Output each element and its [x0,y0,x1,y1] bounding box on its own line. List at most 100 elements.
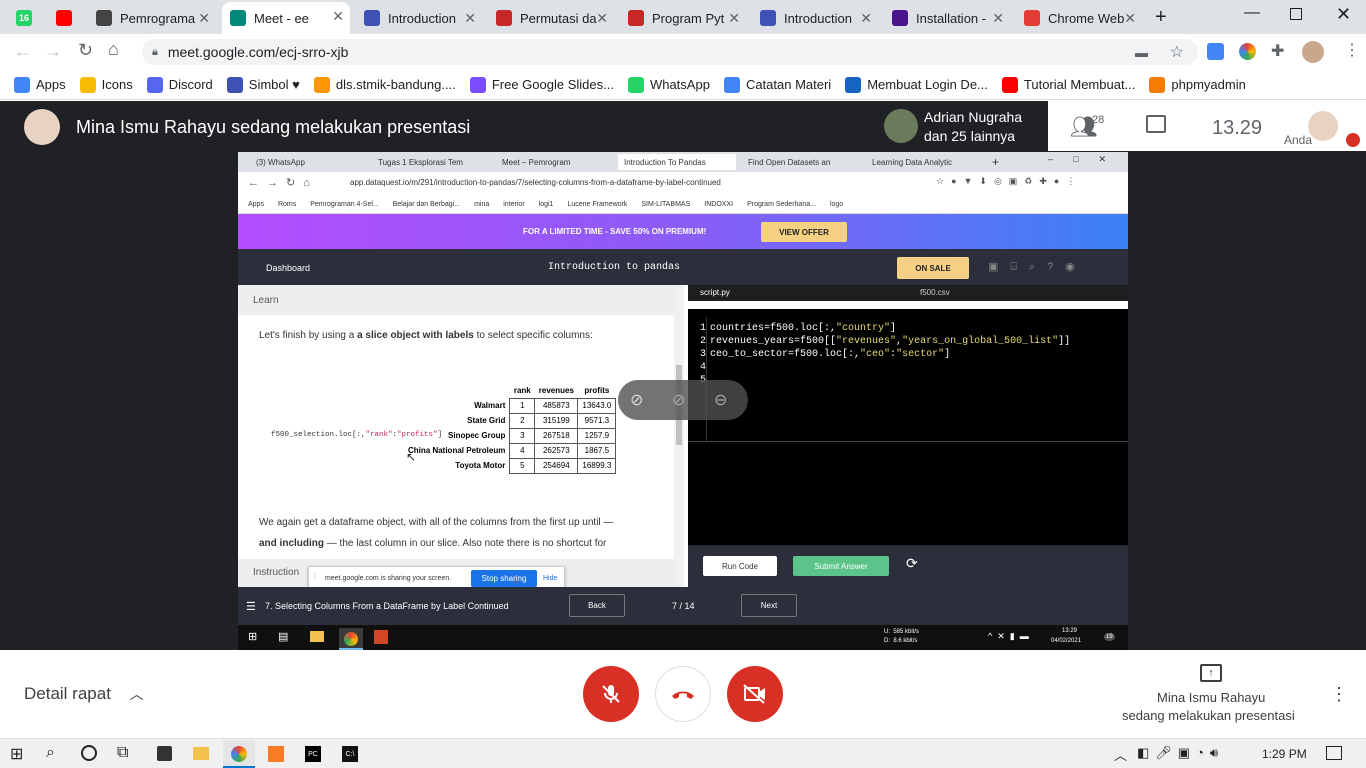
maximize-button[interactable] [1290,8,1302,20]
table-cell: 1867.5 [577,442,617,459]
mic-off-icon[interactable]: ⊘ [672,390,685,410]
extensions-puzzle-icon[interactable]: ✚ [1271,41,1284,61]
camera-off-icon[interactable]: ⊘ [630,390,643,410]
home-icon[interactable]: ⌂ [108,39,119,60]
bookmark-star-icon[interactable]: ☆ [1170,42,1184,62]
view-offer-button[interactable]: VIEW OFFER [761,222,847,242]
bookmark-item[interactable]: Free Google Slides... [469,76,614,93]
bookmark-item[interactable]: dls.stmik-bandung.... [313,76,456,93]
stop-sharing-button[interactable]: Stop sharing [471,570,537,587]
editor-hscroll[interactable] [688,301,1128,309]
para-bold: and including [259,538,324,549]
tab-title: Meet - ee [254,10,309,26]
reset-icon[interactable]: ⟳ [906,555,918,572]
leave-call-button[interactable] [655,666,711,722]
bookmark-item[interactable]: Catatan Materi [723,76,831,93]
browser-tab[interactable]: Permutasi da ✕ [488,4,614,32]
dashboard-link[interactable]: Dashboard [266,263,310,273]
cortana-icon[interactable] [81,745,97,761]
bookmark-favicon-icon [627,76,644,93]
tab-close-icon[interactable]: ✕ [992,10,1004,27]
bookmark-item[interactable]: Apps [14,76,66,93]
chat-icon[interactable] [1146,115,1166,133]
back-button[interactable]: Back [569,594,625,617]
forward-arrow-icon[interactable]: → [44,41,62,62]
browser-tab[interactable] [48,4,84,32]
inner-new-tab-icon: + [992,155,1000,169]
tab-close-icon[interactable]: ✕ [198,10,210,27]
new-tab-button[interactable]: + [1155,6,1167,29]
tray-chevron-icon[interactable]: ︿ [1114,745,1127,764]
profile-avatar[interactable] [1302,41,1324,63]
browser-tab[interactable]: Pemrograma ✕ [88,4,216,32]
tab-close-icon[interactable]: ✕ [332,8,344,25]
table-cell: 315199 [534,412,579,429]
more-options-icon[interactable]: ⋮ [1330,684,1348,705]
lesson-menu-icon[interactable]: ☰ [246,600,256,613]
next-button[interactable]: Next [741,594,797,617]
tab-close-icon[interactable]: ✕ [596,10,608,27]
browser-tab[interactable]: 16 [8,4,44,32]
submit-answer-button[interactable]: Submit Answer [793,556,889,576]
browser-tab[interactable]: Program Pyt ✕ [620,4,746,32]
hide-sharing-link[interactable]: Hide [543,575,557,582]
translate-extension-icon[interactable] [1207,43,1224,60]
learn-scrollbar[interactable] [674,285,684,587]
course-title: Introduction to pandas [548,262,681,273]
more-menu-icon[interactable]: ⋮ [1344,40,1360,60]
run-code-button[interactable]: Run Code [703,556,777,576]
dq-header: Dashboard Introduction to pandas ON SALE… [238,249,1128,285]
browser-tab[interactable]: Chrome Web ✕ [1016,4,1142,32]
reload-icon[interactable]: ↻ [78,40,93,61]
action-center-icon[interactable] [1326,746,1342,760]
editor-tab-script[interactable]: script.py [700,288,730,297]
minimize-button[interactable]: — [1244,4,1260,22]
present-now-icon[interactable]: ↑ [1200,664,1222,682]
inner-tab-title: Introduction To Pandas [624,157,706,167]
net-speed-down: D: 8.6 kbit/s [884,638,917,644]
lock-icon: 🔒︎ [152,45,158,58]
browser-tab[interactable]: Meet - ee ✕ [222,2,350,34]
browser-tab[interactable]: Introduction ✕ [752,4,878,32]
bookmark-favicon-icon [313,76,330,93]
bookmark-label: phpmyadmin [1171,77,1246,92]
color-extension-icon[interactable] [1239,43,1256,60]
bookmark-item[interactable]: Tutorial Membuat... [1001,76,1135,93]
bookmark-item[interactable]: Discord [146,76,213,93]
task-view-icon[interactable]: ⧉ [117,744,128,762]
camera-toggle-button[interactable] [727,666,783,722]
browser-tab[interactable]: Installation - ✕ [884,4,1010,32]
editor-tab-csv[interactable]: f500.csv [920,288,950,297]
active-speaker-tile[interactable]: Adrian Nugraha dan 25 lainnya [878,103,1048,149]
start-button[interactable]: ⊞ [10,744,23,764]
mic-toggle-button[interactable] [583,666,639,722]
browser-tab[interactable]: Introduction ✕ [356,4,482,32]
bookmark-item[interactable]: Simbol ♥ [226,76,300,93]
close-window-button[interactable]: ✕ [1336,4,1351,25]
bookmark-item[interactable]: WhatsApp [627,76,710,93]
code-area[interactable]: 1 countries=f500.loc[:,"country"] 2 revenue… [688,317,1128,441]
chrome-taskbar-icon[interactable] [223,740,255,768]
store-icon[interactable] [157,746,172,761]
camera-off-icon [743,684,765,704]
bookmark-item[interactable]: Membuat Login De... [845,76,988,93]
file-explorer-icon[interactable] [193,747,209,760]
remove-icon[interactable]: ⊖ [714,390,727,410]
on-sale-button[interactable]: ON SALE [897,257,969,279]
tab-close-icon[interactable]: ✕ [728,10,740,27]
bookmark-item[interactable]: Icons [79,76,133,93]
search-icon[interactable]: ⌕ [46,744,55,762]
pycharm-icon[interactable]: PC [305,746,321,762]
terminal-icon[interactable]: C:\ [342,746,358,762]
omnibox[interactable]: 🔒︎ meet.google.com/ecj-srro-xjb ▬ ☆ [142,39,1198,65]
bookmark-label: WhatsApp [649,77,710,92]
xampp-icon[interactable] [268,746,284,762]
tab-close-icon[interactable]: ✕ [464,10,476,27]
bookmark-item[interactable]: phpmyadmin [1149,76,1246,93]
back-arrow-icon[interactable]: ← [14,41,32,62]
tab-close-icon[interactable]: ✕ [860,10,872,27]
drag-handle-icon[interactable]: ⁞ [314,572,316,581]
camera-blocked-icon[interactable]: ▬ [1135,45,1148,60]
meeting-details-toggle[interactable]: Detail rapat ︿ [24,684,144,704]
tab-close-icon[interactable]: ✕ [1124,10,1136,27]
